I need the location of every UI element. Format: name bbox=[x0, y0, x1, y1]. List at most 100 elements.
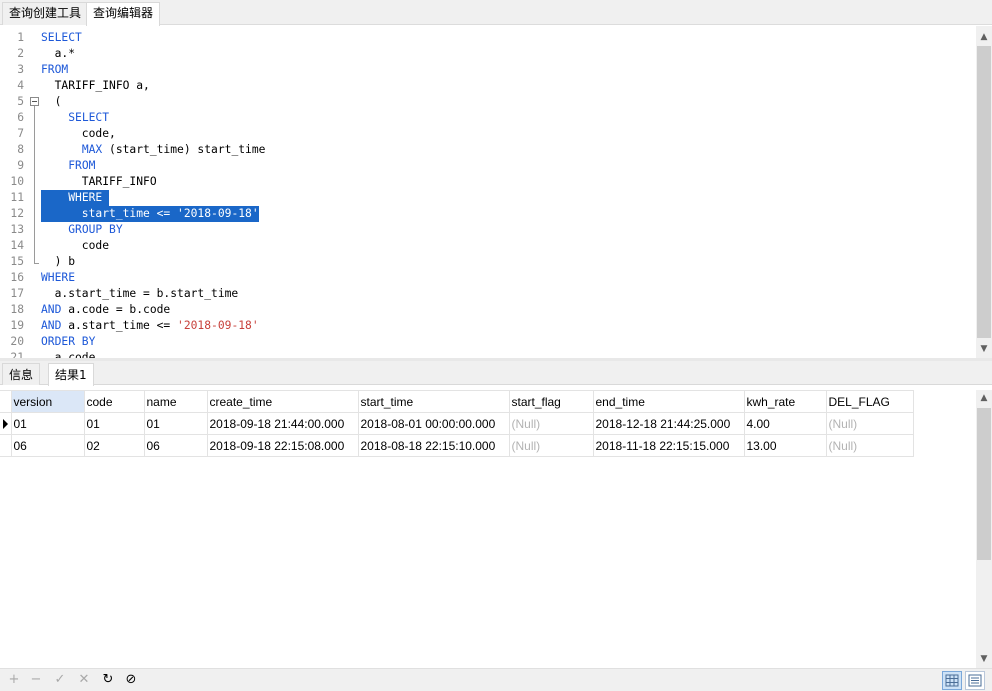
column-header-kwh-rate[interactable]: kwh_rate bbox=[743, 390, 827, 413]
code-line[interactable]: 17 a.start_time = b.start_time bbox=[0, 286, 976, 302]
editor-scroll-thumb[interactable] bbox=[977, 46, 991, 338]
code-line[interactable]: 5 ( bbox=[0, 94, 976, 110]
scroll-up-icon[interactable]: ▲ bbox=[979, 393, 989, 403]
table-cell[interactable]: 01 bbox=[83, 412, 145, 435]
table-cell[interactable]: 02 bbox=[83, 434, 145, 457]
code-text: GROUP BY bbox=[41, 222, 123, 238]
sql-text: a.code = b.code bbox=[61, 303, 171, 316]
column-header-version[interactable]: version bbox=[10, 390, 85, 413]
table-cell[interactable]: 4.00 bbox=[743, 412, 827, 435]
table-row[interactable]: 06 02 06 2018-09-18 22:15:08.000 2018-08-18 … bbox=[0, 434, 914, 457]
code-line[interactable]: 11 WHERE bbox=[0, 190, 976, 206]
row-indicator[interactable] bbox=[0, 434, 12, 457]
code-line[interactable]: 8 MAX (start_time) start_time bbox=[0, 142, 976, 158]
sql-keyword: AND bbox=[41, 303, 62, 316]
grid-view-button[interactable] bbox=[942, 671, 962, 690]
line-number: 14 bbox=[10, 239, 24, 252]
line-number: 6 bbox=[17, 111, 24, 124]
code-line[interactable]: 16 WHERE bbox=[0, 270, 976, 286]
delete-record-button[interactable]: − bbox=[29, 673, 43, 687]
scroll-down-icon[interactable]: ▼ bbox=[979, 654, 989, 664]
code-line[interactable]: 2 a.* bbox=[0, 46, 976, 62]
table-cell[interactable]: 2018-12-18 21:44:25.000 bbox=[592, 412, 745, 435]
sql-text: start_time <= bbox=[41, 207, 178, 220]
selected-code-text: WHERE bbox=[41, 190, 110, 206]
table-cell[interactable]: 13.00 bbox=[743, 434, 827, 457]
table-cell[interactable]: 2018-11-18 22:15:15.000 bbox=[592, 434, 745, 457]
code-text: ( bbox=[41, 94, 62, 110]
scroll-down-icon[interactable]: ▼ bbox=[979, 344, 989, 354]
apply-changes-button[interactable]: ✓ bbox=[53, 673, 67, 687]
code-line[interactable]: 19 AND a.start_time <= '2018-09-18' bbox=[0, 318, 976, 334]
code-text: SELECT bbox=[41, 110, 109, 126]
code-line[interactable]: 7 code, bbox=[0, 126, 976, 142]
add-record-button[interactable]: + bbox=[7, 673, 21, 687]
code-line[interactable]: 4 TARIFF_INFO a, bbox=[0, 78, 976, 94]
discard-changes-button[interactable]: ✕ bbox=[77, 673, 91, 687]
grid-scrollbar[interactable]: ▲ ▼ bbox=[976, 390, 992, 668]
sql-keyword: WHERE bbox=[68, 191, 103, 204]
table-cell[interactable]: 01 bbox=[143, 412, 208, 435]
sql-keyword: AND bbox=[41, 319, 62, 332]
code-line[interactable]: 13 GROUP BY bbox=[0, 222, 976, 238]
line-number: 13 bbox=[10, 223, 24, 236]
code-line[interactable]: 12 start_time <= '2018-09-18' bbox=[0, 206, 976, 222]
table-cell[interactable]: 2018-08-18 22:15:10.000 bbox=[357, 434, 510, 457]
tab-query-builder[interactable]: 查询创建工具 bbox=[2, 2, 89, 25]
code-line[interactable]: 10 TARIFF_INFO bbox=[0, 174, 976, 190]
form-view-button[interactable] bbox=[965, 671, 985, 690]
sql-editor[interactable]: 1 SELECT 2 a.* 3 FROM 4 TARIFF_INFO a, 5 (6 SE… bbox=[0, 26, 976, 358]
column-header-name[interactable]: name bbox=[143, 390, 208, 413]
refresh-button[interactable]: ↻ bbox=[101, 673, 115, 687]
table-row[interactable]: 01 01 01 2018-09-18 21:44:00.000 2018-08-01 … bbox=[0, 412, 914, 435]
table-cell[interactable]: 2018-09-18 21:44:00.000 bbox=[206, 412, 359, 435]
line-number: 8 bbox=[17, 143, 24, 156]
scroll-up-icon[interactable]: ▲ bbox=[979, 32, 989, 42]
code-line[interactable]: 14 code bbox=[0, 238, 976, 254]
table-cell[interactable]: 06 bbox=[143, 434, 208, 457]
tab-result-1[interactable]: 结果1 bbox=[48, 363, 94, 386]
code-line[interactable]: 1 SELECT bbox=[0, 30, 976, 46]
table-cell[interactable]: 01 bbox=[10, 412, 85, 435]
code-line[interactable]: 3 FROM bbox=[0, 62, 976, 78]
code-line[interactable]: 6 SELECT bbox=[0, 110, 976, 126]
code-text: SELECT bbox=[41, 30, 82, 46]
column-header-start-time[interactable]: start_time bbox=[357, 390, 510, 413]
sql-keyword: MAX bbox=[81, 143, 103, 156]
tab-info[interactable]: 信息 bbox=[2, 363, 41, 385]
line-number: 15 bbox=[10, 255, 24, 268]
table-cell[interactable]: (Null) bbox=[825, 434, 914, 457]
tab-query-editor[interactable]: 查询编辑器 bbox=[86, 2, 161, 26]
stop-button[interactable]: ⊘ bbox=[124, 673, 138, 687]
column-header-end-time[interactable]: end_time bbox=[592, 390, 745, 413]
table-cell[interactable]: (Null) bbox=[508, 412, 594, 435]
sql-text: ) b bbox=[41, 255, 76, 268]
code-text: AND a.start_time <= '2018-09-18' bbox=[41, 318, 259, 334]
row-indicator[interactable] bbox=[0, 412, 12, 435]
line-number: 20 bbox=[10, 335, 24, 348]
column-header-start-flag[interactable]: start_flag bbox=[508, 390, 594, 413]
code-text: ) b bbox=[41, 254, 75, 270]
table-cell[interactable]: (Null) bbox=[825, 412, 914, 435]
grid-scroll-thumb[interactable] bbox=[977, 408, 991, 560]
sql-keyword: GROUP BY bbox=[68, 223, 123, 236]
column-header-del-flag[interactable]: DEL_FLAG bbox=[825, 390, 914, 413]
code-line[interactable]: 21 a.code bbox=[0, 350, 976, 358]
table-cell[interactable]: (Null) bbox=[508, 434, 594, 457]
line-number: 18 bbox=[10, 303, 24, 316]
code-line[interactable]: 20 ORDER BY bbox=[0, 334, 976, 350]
editor-scrollbar[interactable]: ▲ ▼ bbox=[976, 26, 992, 358]
code-line[interactable]: 18 AND a.code = b.code bbox=[0, 302, 976, 318]
column-header-code[interactable]: code bbox=[83, 390, 145, 413]
table-cell[interactable]: 06 bbox=[10, 434, 85, 457]
column-header-create-time[interactable]: create_time bbox=[206, 390, 359, 413]
sql-text: TARIFF_INFO bbox=[41, 175, 157, 188]
code-line[interactable]: 9 FROM bbox=[0, 158, 976, 174]
sql-keyword: FROM bbox=[41, 63, 69, 76]
table-cell[interactable]: 2018-08-01 00:00:00.000 bbox=[357, 412, 510, 435]
code-line[interactable]: 15 ) b bbox=[0, 254, 976, 270]
table-cell[interactable]: 2018-09-18 22:15:08.000 bbox=[206, 434, 359, 457]
result-grid[interactable]: version code name create_time start_time star… bbox=[0, 390, 976, 668]
